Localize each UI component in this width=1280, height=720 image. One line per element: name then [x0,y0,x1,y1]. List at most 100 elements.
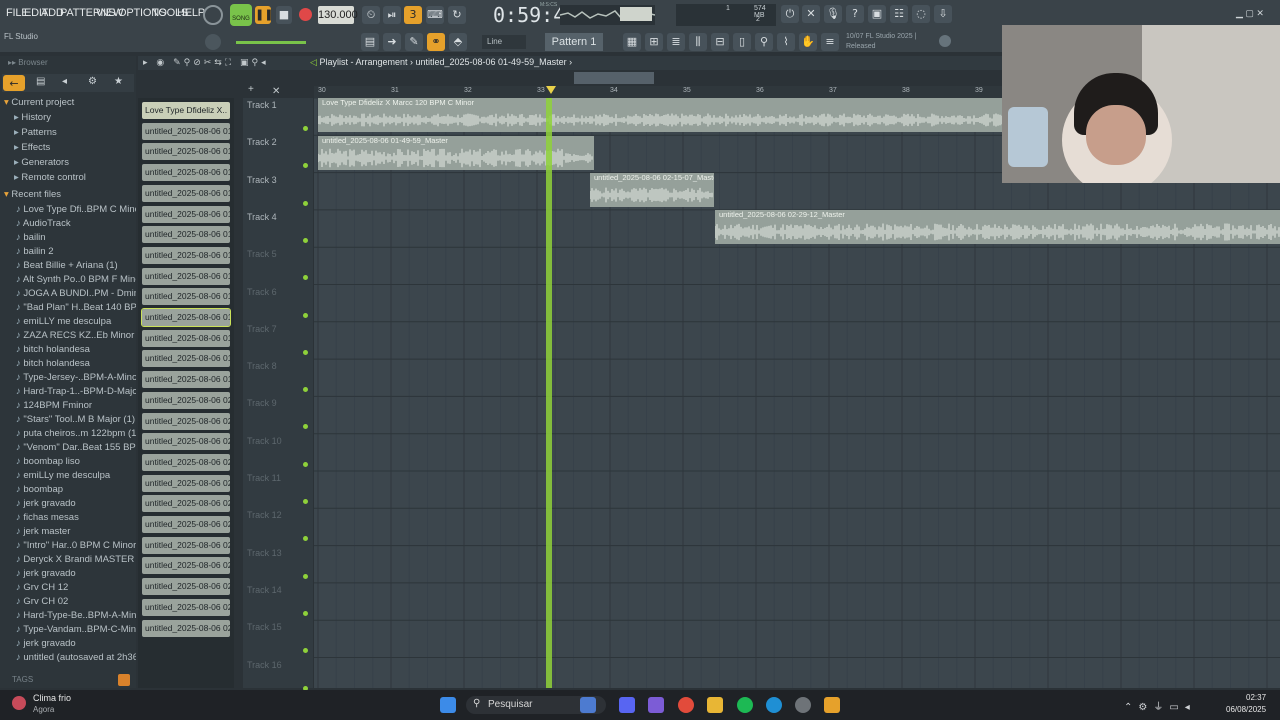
tempo-display[interactable]: 130.000 [318,6,358,24]
system-tray-icon[interactable]: ⌃⚙⏚▭◂ [1124,698,1196,713]
weather-title[interactable]: Clima frio [33,693,71,703]
hand-icon[interactable]: ✋ [799,33,817,51]
track-mute-led[interactable] [303,349,308,355]
mixer-icon[interactable]: ☷ [890,5,908,23]
recent-file-item[interactable]: ♪ Grv CH 12 [0,581,136,595]
pencil-icon[interactable]: ✎ [405,33,423,51]
track-mute-led[interactable] [303,424,308,430]
snap-select[interactable]: Line [482,35,526,49]
record-button[interactable] [299,8,312,21]
clip-source-item[interactable]: untitled_2025-08-06 02- [142,619,230,637]
track-name[interactable]: Track 9 [247,398,277,408]
recent-file-item[interactable]: ♪ bitch holandesa [0,357,136,371]
clip-source-item[interactable]: untitled_2025-08-06 02- [142,453,230,471]
pattern-selector[interactable]: Pattern 1 [545,33,603,51]
recent-file-item[interactable]: ♪ Deryck X Brandi MASTER (1) [0,553,136,567]
undo-history-icon[interactable]: ⏻ [781,5,799,23]
recent-file-item[interactable]: ♪ "Venom" Dar..Beat 155 BPM [0,441,136,455]
metronome-icon[interactable]: ⏲ [362,6,380,24]
recent-file-item[interactable]: ♪ boombap [0,483,136,497]
clip-source-item[interactable]: untitled_2025-08-06 02- [142,495,230,513]
track-name[interactable]: Track 14 [247,585,282,595]
clip-source-item[interactable]: untitled_2025-08-06 01- [142,184,230,202]
playlist-tools-icon[interactable]: ▸ ◉ ✎⚲⊘✂⇆⛶ ▣⚲◂ [143,58,269,68]
arrangement-grid[interactable]: Love Type Dfideliz X Marcc 120 BPM C Min… [314,98,1280,688]
browser-speaker-icon[interactable]: ◂ [62,76,67,87]
track-name[interactable]: Track 13 [247,548,282,558]
playhead-marker-icon[interactable] [546,86,556,94]
recent-file-item[interactable]: ♪ Type-Jersey-..BPM-A-Minor [0,371,136,385]
track-name[interactable]: Track 5 [247,249,277,259]
clip-source-item[interactable]: untitled_2025-08-06 02- [142,598,230,616]
track-mute-led[interactable] [303,573,308,579]
link-icon[interactable]: ⚭ [427,33,445,51]
recent-file-item[interactable]: ♪ Hard-Trap-1..-BPM-D-Major [0,385,136,399]
step-sequencer-icon[interactable]: ⊞ [645,33,663,51]
stamp-icon[interactable]: ⬘ [449,33,467,51]
discord-icon[interactable] [619,697,635,713]
browser-section-recent-files[interactable]: ▾ Recent files [0,188,136,202]
plugin-icon[interactable]: ⚲ [755,33,773,51]
clip-source-item[interactable]: untitled_2025-08-06 02- [142,391,230,409]
recent-file-item[interactable]: ♪ 124BPM Fminor [0,399,136,413]
clip-source-item[interactable]: untitled_2025-08-06 02- [142,433,230,451]
recent-file-item[interactable]: ♪ AudioTrack [0,217,136,231]
recent-file-item[interactable]: ♪ emiLLY me desculpa [0,315,136,329]
track-name[interactable]: Track 16 [247,660,282,670]
recent-file-item[interactable]: ♪ emiLLy me desculpa [0,469,136,483]
channel-rack-icon[interactable]: ⊟ [711,33,729,51]
brush-icon[interactable]: ⌇ [777,33,795,51]
track-mute-led[interactable] [303,536,308,542]
clip-source-item[interactable]: untitled_2025-08-06 01- [142,205,230,223]
master-pitch-slider[interactable] [236,41,306,44]
audio-clip[interactable]: untitled_2025-08-06 02-15-07_Master [590,173,714,207]
edge-icon[interactable] [766,697,782,713]
track-mute-led[interactable] [303,387,308,393]
browser-item-history[interactable]: ▸ History [0,111,136,125]
folder-icon[interactable] [707,697,723,713]
clip-source-item[interactable]: untitled_2025-08-06 01- [142,164,230,182]
track-mute-led[interactable] [303,163,308,169]
clip-source-item[interactable]: Love Type Dfideliz X.. [142,102,230,119]
transport-orb-icon[interactable] [203,5,223,25]
track-mute-led[interactable] [303,312,308,318]
master-volume-knob[interactable] [205,34,221,50]
clip-source-item[interactable]: untitled_2025-08-06 01- [142,246,230,264]
browser-file-icon[interactable]: ▤ [36,76,45,87]
toolbar-menu-icon[interactable]: ≡ [821,33,839,51]
playlist-icon[interactable]: ▦ [623,33,641,51]
news-panel[interactable]: 10/07 FL Studio 2025 | Released [846,32,916,52]
track-name[interactable]: Track 3 [247,175,277,185]
track-name[interactable]: Track 2 [247,137,277,147]
loop-record-icon[interactable]: ↻ [448,6,466,24]
recent-file-item[interactable]: ♪ "Bad Plan" H..Beat 140 BPM [0,301,136,315]
browser-item-patterns[interactable]: ▸ Patterns [0,126,136,140]
chrome-profile-icon[interactable] [795,697,811,713]
audio-clip[interactable]: untitled_2025-08-06 02-29-12_Master [715,210,1280,244]
recent-file-item[interactable]: ♪ Grv CH 02 [0,595,136,609]
recent-file-item[interactable]: ♪ Alt Synth Po..0 BPM F Minor [0,273,136,287]
clip-source-item[interactable]: untitled_2025-08-06 01- [142,350,230,368]
apps-icon[interactable] [580,697,596,713]
recent-file-item[interactable]: ♪ JOGA A BUNDI..PM - Dminor [0,287,136,301]
track-name[interactable]: Track 7 [247,324,277,334]
copilot-icon[interactable] [648,697,664,713]
clip-source-item[interactable]: untitled_2025-08-06 01- [142,371,230,389]
browser-star-icon[interactable]: ★ [114,76,123,87]
mixer-window-icon[interactable]: ⫼ [689,33,707,51]
windows-start-icon[interactable] [440,697,456,713]
track-mute-led[interactable] [303,126,308,131]
playhead[interactable] [546,98,552,688]
step-edit-icon[interactable]: ⌨ [426,6,444,24]
clip-source-item[interactable]: untitled_2025-08-06 01- [142,288,230,306]
browser-search-icon[interactable] [118,674,130,686]
stop-button[interactable]: ■ [276,6,292,24]
recent-file-item[interactable]: ♪ bitch holandesa [0,343,136,357]
wait-input-icon[interactable]: ⏯ [383,6,401,24]
clipboard-icon[interactable]: ▯ [733,33,751,51]
menu-help[interactable]: HELP [177,7,205,19]
recent-file-item[interactable]: ♪ jerk gravado [0,637,136,651]
track-mute-led[interactable] [303,648,308,654]
collapse-icon[interactable]: ✕ [272,86,280,97]
pause-button[interactable]: ❚❚ [255,6,273,24]
